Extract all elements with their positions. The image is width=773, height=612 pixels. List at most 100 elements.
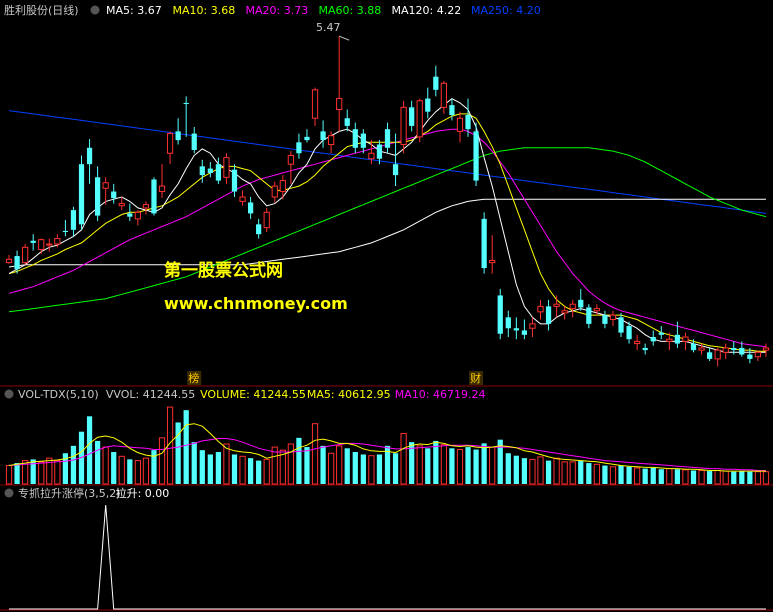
- candle-body: [473, 131, 479, 181]
- ma-legend-3: MA60: 3.88: [319, 4, 382, 17]
- candle-body: [731, 347, 737, 351]
- candle-body: [215, 164, 222, 181]
- volume-bar-94: [762, 471, 770, 485]
- volume-bar-70: [569, 461, 576, 485]
- volume-bar-80: [650, 468, 656, 484]
- candle-body: [578, 299, 584, 308]
- candle-58: [473, 122, 479, 187]
- volume-bar-15: [127, 459, 133, 484]
- candle-body: [481, 218, 487, 269]
- volume-bar-87: [706, 471, 713, 484]
- candle-body: [38, 239, 45, 250]
- volume-bar-46: [376, 454, 383, 484]
- volume-bar-32: [263, 458, 270, 485]
- volume-bar-22: [183, 410, 189, 484]
- candle-body: [5, 258, 13, 264]
- volume-bar-12: [102, 446, 109, 485]
- candle-59: [481, 212, 487, 274]
- candle-body: [344, 118, 350, 126]
- candle-body: [609, 314, 617, 320]
- vol-legend: VOL-TDX(5,10) VVOL: 41244.55 VOLUME: 41244…: [18, 388, 486, 401]
- candle-body: [433, 76, 439, 90]
- volume-bar-74: [602, 465, 608, 484]
- volume-bar-60: [489, 446, 496, 485]
- volume-bar-35: [287, 443, 294, 485]
- volume-bar-30: [247, 458, 254, 484]
- volume-bar-58: [473, 449, 479, 484]
- candle-body: [191, 133, 197, 150]
- candle-body: [102, 182, 109, 189]
- ind-legend-1: 拉升: 0.00: [116, 486, 170, 500]
- candle-body: [569, 303, 576, 310]
- candle-body: [529, 323, 536, 329]
- volume-bar-69: [561, 461, 568, 485]
- candle-body: [626, 326, 632, 340]
- volume-bar-41: [336, 445, 343, 485]
- volume-bar-8: [70, 445, 77, 484]
- candle-body: [311, 89, 319, 119]
- candle-body: [497, 295, 503, 334]
- candle-body: [634, 340, 641, 345]
- volume-bar-86: [698, 469, 705, 485]
- volume-bar-1: [14, 463, 20, 484]
- candle-body: [175, 131, 181, 141]
- candle-body: [425, 98, 431, 112]
- candle-body: [593, 308, 600, 312]
- volume-bar-77: [626, 466, 632, 484]
- stock-chart: 胜利股份(日线) MA5: 3.67 MA10: 3.68 MA20: 3.73 MA…: [0, 0, 773, 612]
- volume-bar-79: [642, 468, 648, 484]
- volume-bar-54: [440, 444, 447, 485]
- vol-legend-1: VVOL: 41244.55: [106, 388, 195, 401]
- watermark-url: www.chnmoney.com: [164, 294, 348, 313]
- volume-bar-26: [215, 452, 222, 484]
- candle-body: [384, 129, 391, 148]
- candle-body: [602, 315, 608, 324]
- candle-body: [409, 107, 415, 126]
- candle-body: [376, 144, 383, 159]
- volume-bar-29: [239, 455, 246, 485]
- candle-body: [465, 114, 471, 130]
- candle-body: [722, 347, 729, 353]
- volume-bar-75: [609, 466, 617, 485]
- volume-bar-13: [111, 452, 117, 484]
- ma-legend-0: MA5: 3.67: [106, 4, 162, 17]
- candle-body: [142, 204, 150, 209]
- ma-legend-2: MA20: 3.73: [246, 4, 309, 17]
- candle-body: [279, 180, 286, 193]
- candle-body: [368, 152, 375, 160]
- candle-body: [22, 246, 29, 264]
- candle-body: [553, 303, 560, 307]
- volume-bar-56: [456, 449, 464, 485]
- volume-bar-51: [416, 445, 423, 485]
- candle-body: [739, 347, 745, 355]
- indicator-settings-icon[interactable]: [4, 488, 14, 498]
- candle-body: [166, 133, 174, 154]
- volume-bar-14: [118, 455, 125, 485]
- candle-body: [70, 210, 77, 230]
- candle-body: [456, 117, 464, 132]
- volume-bar-24: [199, 450, 205, 484]
- price-settings-icon[interactable]: [90, 5, 100, 15]
- volume-bar-37: [304, 447, 310, 484]
- volume-bar-43: [352, 452, 358, 484]
- candle-body: [336, 98, 343, 110]
- event-tag-1: 财: [470, 371, 481, 385]
- candle-body: [392, 164, 399, 176]
- candle-body: [674, 334, 681, 344]
- candle-body: [416, 100, 423, 138]
- candle-2: [22, 244, 29, 265]
- volume-bar-16: [134, 460, 141, 485]
- volume-bar-10: [86, 416, 93, 484]
- candle-body: [231, 169, 238, 192]
- candle-body: [287, 154, 294, 165]
- candle-body: [256, 224, 262, 235]
- vol-settings-icon[interactable]: [4, 389, 14, 399]
- candle-body: [666, 338, 673, 342]
- vol-legend-2: VOLUME: 41244.55: [200, 388, 306, 401]
- candle-body: [690, 343, 697, 351]
- candle-body: [263, 211, 270, 229]
- volume-bar-93: [754, 471, 762, 485]
- volume-bar-81: [658, 469, 664, 484]
- volume-bar-73: [593, 463, 600, 485]
- candle-body: [537, 305, 544, 313]
